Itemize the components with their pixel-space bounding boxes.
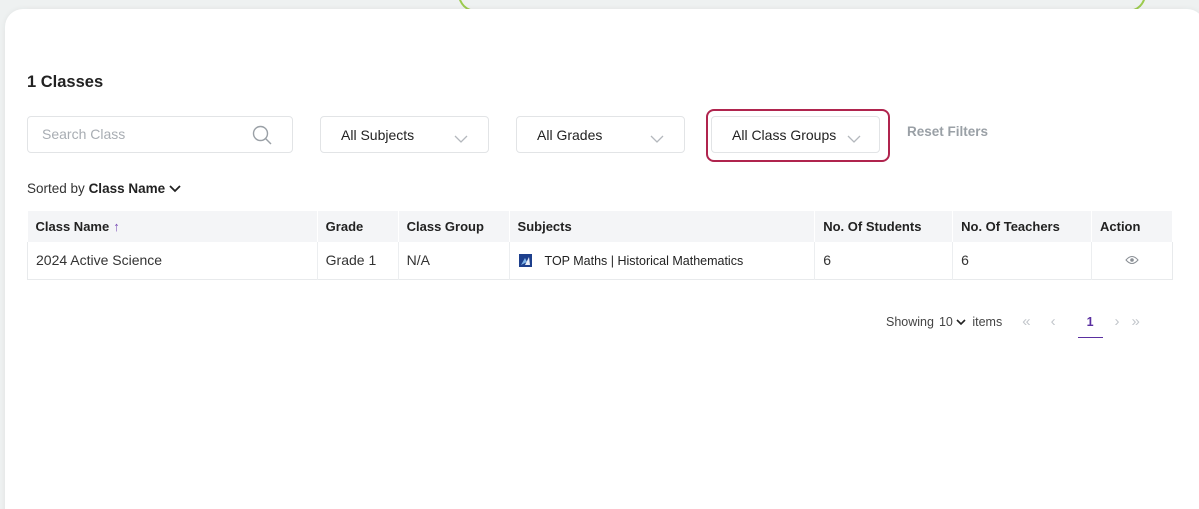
eye-icon[interactable] xyxy=(1125,252,1139,268)
grades-select-label: All Grades xyxy=(537,127,603,143)
chevron-down-icon xyxy=(847,130,861,146)
cell-students: 6 xyxy=(814,242,953,279)
chevron-down-icon xyxy=(956,318,966,325)
column-header-class-group[interactable]: Class Group xyxy=(398,211,510,242)
subjects-select-label: All Subjects xyxy=(341,127,415,143)
column-header-grade[interactable]: Grade xyxy=(317,211,399,242)
subject-logo-icon xyxy=(518,254,532,268)
cell-teachers: 6 xyxy=(952,242,1092,279)
prev-page-button[interactable]: ‹ xyxy=(1051,313,1056,330)
page-size-select[interactable]: 10 xyxy=(939,315,966,329)
class-groups-select-label: All Class Groups xyxy=(732,127,837,143)
last-page-button[interactable]: » xyxy=(1132,313,1140,330)
chevron-down-icon xyxy=(454,130,468,146)
table-header-row: Class Name ↑ Grade Class Group Subjects N… xyxy=(27,211,1173,242)
search-box[interactable] xyxy=(27,116,293,153)
page-title: 1 Classes xyxy=(27,73,104,91)
classes-table: Class Name ↑ Grade Class Group Subjects N… xyxy=(27,211,1173,280)
grades-select[interactable]: All Grades xyxy=(516,116,685,153)
first-page-button[interactable]: « xyxy=(1022,313,1030,330)
search-icon[interactable] xyxy=(252,125,272,150)
current-page[interactable]: 1 xyxy=(1077,315,1103,338)
next-page-button[interactable]: › xyxy=(1115,313,1120,330)
cell-grade: Grade 1 xyxy=(316,242,399,279)
column-header-students[interactable]: No. Of Students xyxy=(814,211,954,242)
sort-control[interactable]: Sorted by Class Name xyxy=(27,181,181,196)
cell-class-group: N/A xyxy=(397,242,510,279)
sort-prefix: Sorted by xyxy=(27,181,85,196)
column-header-action: Action xyxy=(1091,211,1173,242)
subjects-select[interactable]: All Subjects xyxy=(320,116,489,153)
cell-class-name[interactable]: 2024 Active Science xyxy=(27,242,318,279)
search-input[interactable] xyxy=(42,126,242,142)
table-row[interactable]: 2024 Active Science Grade 1 N/A TOP Math… xyxy=(27,242,1173,279)
sort-field[interactable]: Class Name xyxy=(89,181,166,196)
subject-names: TOP Maths | Historical Mathematics xyxy=(544,254,744,269)
class-groups-select[interactable]: All Class Groups xyxy=(711,116,880,153)
chevron-down-icon xyxy=(650,130,664,146)
pagination: Showing 10 items « ‹ 1 › » xyxy=(886,313,1140,338)
pagination-items-label: items xyxy=(972,314,1003,329)
column-header-subjects[interactable]: Subjects xyxy=(509,211,816,242)
cell-subjects: TOP Maths | Historical Mathematics xyxy=(508,242,815,279)
reset-filters-button[interactable]: Reset Filters xyxy=(907,124,988,139)
pagination-showing: Showing xyxy=(886,314,934,329)
column-header-class-name[interactable]: Class Name ↑ xyxy=(27,211,318,242)
sort-arrow-icon[interactable]: ↑ xyxy=(113,219,120,234)
column-header-teachers[interactable]: No. Of Teachers xyxy=(952,211,1092,242)
chevron-down-icon[interactable] xyxy=(169,181,181,196)
cell-action xyxy=(1091,242,1173,279)
